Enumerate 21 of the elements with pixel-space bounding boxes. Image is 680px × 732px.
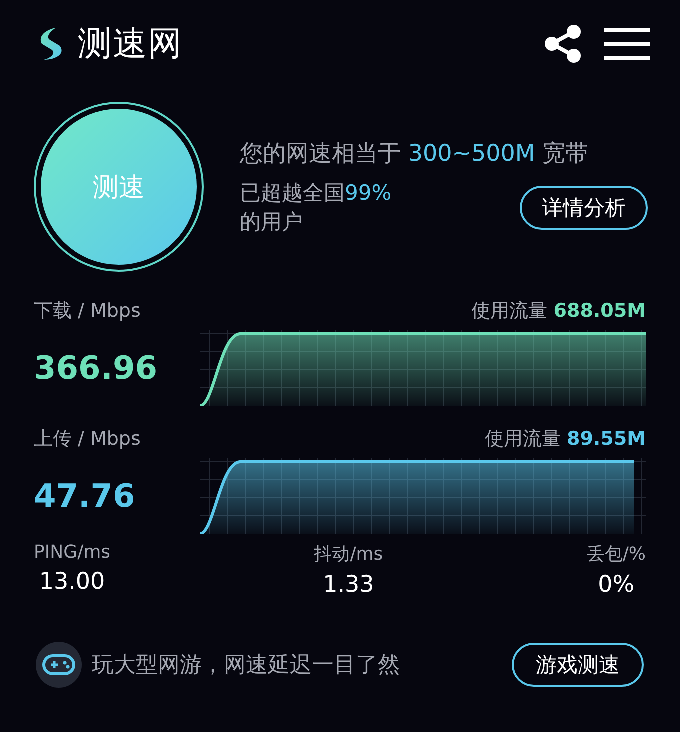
metric-label: 上传 / Mbps — [34, 427, 141, 452]
promo-text: 玩大型网游，网速延迟一目了然 — [92, 652, 401, 680]
gamepad-icon — [36, 642, 82, 688]
speed-value: 366.96 — [34, 349, 158, 387]
speed-value: 47.76 — [34, 477, 136, 515]
app-title: 测速网 — [78, 23, 183, 66]
usage-text: 使用流量 688.05M — [472, 299, 646, 324]
menu-icon[interactable] — [604, 25, 650, 63]
usage-text: 使用流量 89.55M — [484, 427, 646, 452]
detail-button[interactable]: 详情分析 — [520, 186, 648, 230]
rank-text: 已超越全国99% 的用户 — [240, 180, 392, 236]
stat-label: 抖动/ms — [314, 543, 384, 566]
stat-value: 1.33 — [323, 572, 374, 598]
speed-result-text: 您的网速相当于 300~500M 宽带 — [240, 140, 590, 168]
share-icon[interactable] — [544, 24, 582, 64]
stat-value: 13.00 — [39, 569, 106, 595]
stat-label: 丢包/% — [586, 543, 646, 566]
stat-value: 0% — [598, 572, 635, 598]
stat-label: PING/ms — [34, 542, 111, 563]
game-test-button[interactable]: 游戏测速 — [512, 643, 644, 687]
metric-label: 下载 / Mbps — [34, 299, 141, 324]
